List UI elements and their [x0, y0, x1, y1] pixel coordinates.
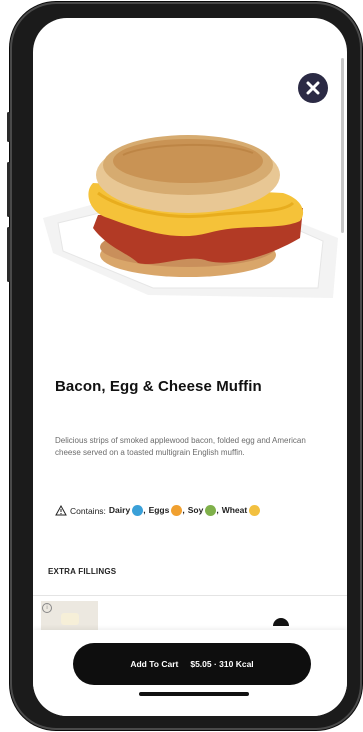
- contains-label: Contains:: [70, 505, 106, 516]
- allergen-eggs: Eggs,: [148, 505, 185, 517]
- close-button[interactable]: [298, 73, 328, 103]
- app-screen: Bacon, Egg & Cheese Muffin Delicious str…: [33, 18, 347, 716]
- extra-fillings-heading: EXTRA FILLINGS: [48, 567, 117, 576]
- scrollbar[interactable]: [341, 58, 344, 233]
- add-to-cart-button[interactable]: Add To Cart $5.05 · 310 Kcal: [73, 643, 311, 685]
- allergen-info: Contains: Dairy, Eggs, Soy, Wheat: [55, 505, 261, 517]
- mute-switch: [7, 112, 10, 142]
- volume-down-button: [7, 227, 10, 282]
- filling-add-control[interactable]: [273, 618, 289, 626]
- wheat-icon: [249, 505, 261, 517]
- divider: [33, 595, 347, 596]
- product-title: Bacon, Egg & Cheese Muffin: [55, 378, 262, 395]
- allergen-soy: Soy,: [187, 505, 219, 517]
- product-description: Delicious strips of smoked applewood bac…: [55, 436, 306, 457]
- warning-icon: [55, 505, 67, 516]
- eggs-icon: [171, 505, 183, 517]
- cart-price: $5.05 · 310 Kcal: [190, 659, 254, 669]
- info-icon[interactable]: i: [42, 603, 52, 613]
- allergen-dairy: Dairy,: [108, 505, 146, 517]
- allergen-wheat: Wheat: [222, 505, 261, 517]
- add-to-cart-label: Add To Cart: [130, 659, 179, 669]
- dairy-icon: [132, 505, 144, 517]
- volume-up-button: [7, 162, 10, 217]
- product-image: [43, 135, 338, 298]
- home-indicator[interactable]: [139, 692, 249, 696]
- close-icon: [306, 81, 320, 95]
- soy-icon: [205, 505, 217, 517]
- filling-image: [61, 613, 79, 625]
